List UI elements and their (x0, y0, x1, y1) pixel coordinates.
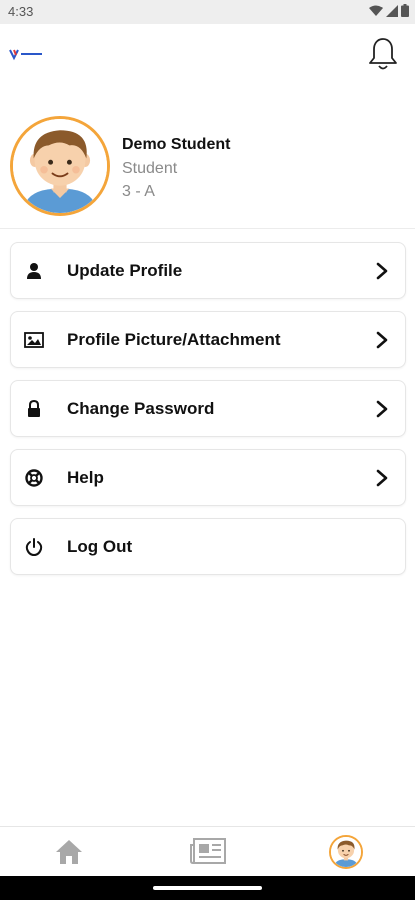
home-icon[interactable] (54, 838, 84, 866)
power-icon (25, 538, 43, 557)
chevron-right-icon (376, 331, 388, 349)
profile-section: Demo Student Student 3 - A (0, 112, 415, 229)
system-nav-bar (0, 876, 415, 900)
chevron-right-icon (376, 400, 388, 418)
lifebuoy-icon (25, 469, 43, 487)
app-header (0, 24, 415, 84)
menu-item-help[interactable]: Help (10, 449, 406, 506)
avatar[interactable] (10, 116, 110, 216)
menu-label: Help (67, 468, 104, 487)
image-icon (24, 332, 44, 348)
battery-icon (401, 4, 409, 17)
profile-role: Student (122, 160, 178, 177)
student-avatar-small-icon (331, 837, 361, 867)
menu-item-log-out[interactable]: Log Out (10, 518, 406, 575)
chevron-right-icon (376, 469, 388, 487)
status-bar: 4:33 (0, 0, 415, 24)
status-icons (369, 4, 409, 17)
menu-label: Change Password (67, 399, 215, 418)
settings-menu: Update Profile Profile Picture/Attachmen… (10, 242, 406, 587)
lock-icon (28, 399, 40, 417)
profile-avatar[interactable] (329, 835, 363, 869)
bottom-nav (0, 826, 415, 877)
bell-icon[interactable] (367, 36, 399, 72)
school-logo-icon (9, 49, 42, 61)
home-gesture-pill[interactable] (153, 886, 262, 890)
menu-item-profile-picture[interactable]: Profile Picture/Attachment (10, 311, 406, 368)
profile-name: Demo Student (122, 136, 231, 153)
student-avatar-icon (13, 119, 107, 213)
profile-class: 3 - A (122, 183, 155, 200)
person-icon (27, 263, 41, 279)
status-time: 4:33 (8, 4, 34, 19)
chevron-right-icon (376, 262, 388, 280)
menu-label: Profile Picture/Attachment (67, 330, 281, 349)
wifi-icon (369, 5, 383, 16)
menu-label: Update Profile (67, 261, 183, 280)
menu-item-update-profile[interactable]: Update Profile (10, 242, 406, 299)
menu-item-change-password[interactable]: Change Password (10, 380, 406, 437)
signal-icon (386, 4, 398, 17)
menu-label: Log Out (67, 537, 133, 556)
newspaper-icon[interactable] (189, 837, 227, 865)
